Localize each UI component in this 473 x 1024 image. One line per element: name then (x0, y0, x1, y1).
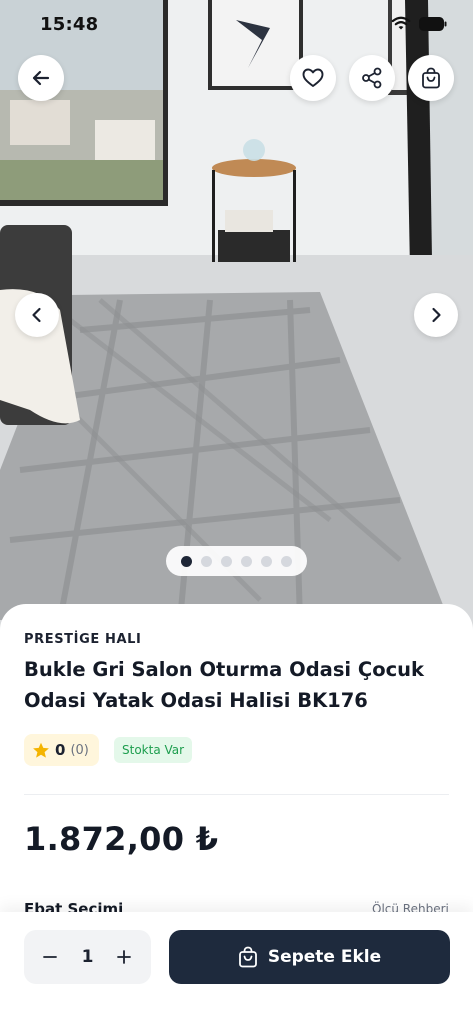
status-bar: 15:48 (0, 0, 473, 50)
pagination-dot[interactable] (281, 555, 292, 567)
wifi-icon (391, 16, 411, 30)
back-button[interactable] (18, 55, 64, 101)
plus-icon (117, 950, 131, 964)
pagination-dot[interactable] (201, 555, 212, 567)
favorite-button[interactable] (290, 55, 336, 101)
quantity-value[interactable]: 1 (74, 930, 101, 984)
stock-status-badge: Stokta Var (114, 737, 193, 763)
shopping-bag-icon (238, 946, 257, 968)
arrow-left-icon (32, 70, 50, 86)
pagination-dot[interactable] (261, 555, 272, 567)
quantity-stepper: 1 (24, 930, 151, 984)
pagination-dot[interactable] (241, 555, 252, 567)
cart-button[interactable] (408, 55, 454, 101)
add-to-cart-label: Sepete Ekle (267, 947, 382, 967)
shopping-bag-icon (422, 67, 440, 89)
star-icon (33, 742, 49, 758)
next-image-button[interactable] (414, 293, 458, 337)
pagination-dot[interactable] (221, 555, 232, 567)
rating-value: 0 (55, 741, 66, 759)
divider (24, 794, 449, 795)
heart-icon (302, 68, 324, 87)
add-to-cart-button[interactable]: Sepete Ekle (169, 930, 450, 984)
share-button[interactable] (349, 55, 395, 101)
share-icon (362, 67, 382, 89)
product-photo (0, 0, 473, 640)
bottom-action-bar: 1 Sepete Ekle (0, 912, 473, 1024)
product-price: 1.872,00 ₺ (24, 820, 219, 858)
previous-image-button[interactable] (15, 293, 59, 337)
status-time: 15:48 (40, 14, 99, 35)
rating-badge[interactable]: 0 (0) (24, 734, 99, 766)
decrease-quantity-button[interactable] (34, 941, 66, 973)
battery-icon (419, 16, 447, 31)
increase-quantity-button[interactable] (108, 941, 140, 973)
rating-count: (0) (70, 742, 89, 758)
chevron-left-icon (32, 307, 41, 323)
status-icons (391, 16, 447, 31)
brand-name[interactable]: PRESTİGE HALI (24, 632, 141, 647)
minus-icon (43, 956, 57, 958)
carousel-pagination (166, 546, 307, 576)
chevron-right-icon (432, 307, 441, 323)
product-image-carousel[interactable] (0, 0, 473, 640)
pagination-dot-active[interactable] (181, 555, 192, 567)
product-title: Bukle Gri Salon Oturma Odasi Çocuk Odasi… (24, 658, 425, 712)
